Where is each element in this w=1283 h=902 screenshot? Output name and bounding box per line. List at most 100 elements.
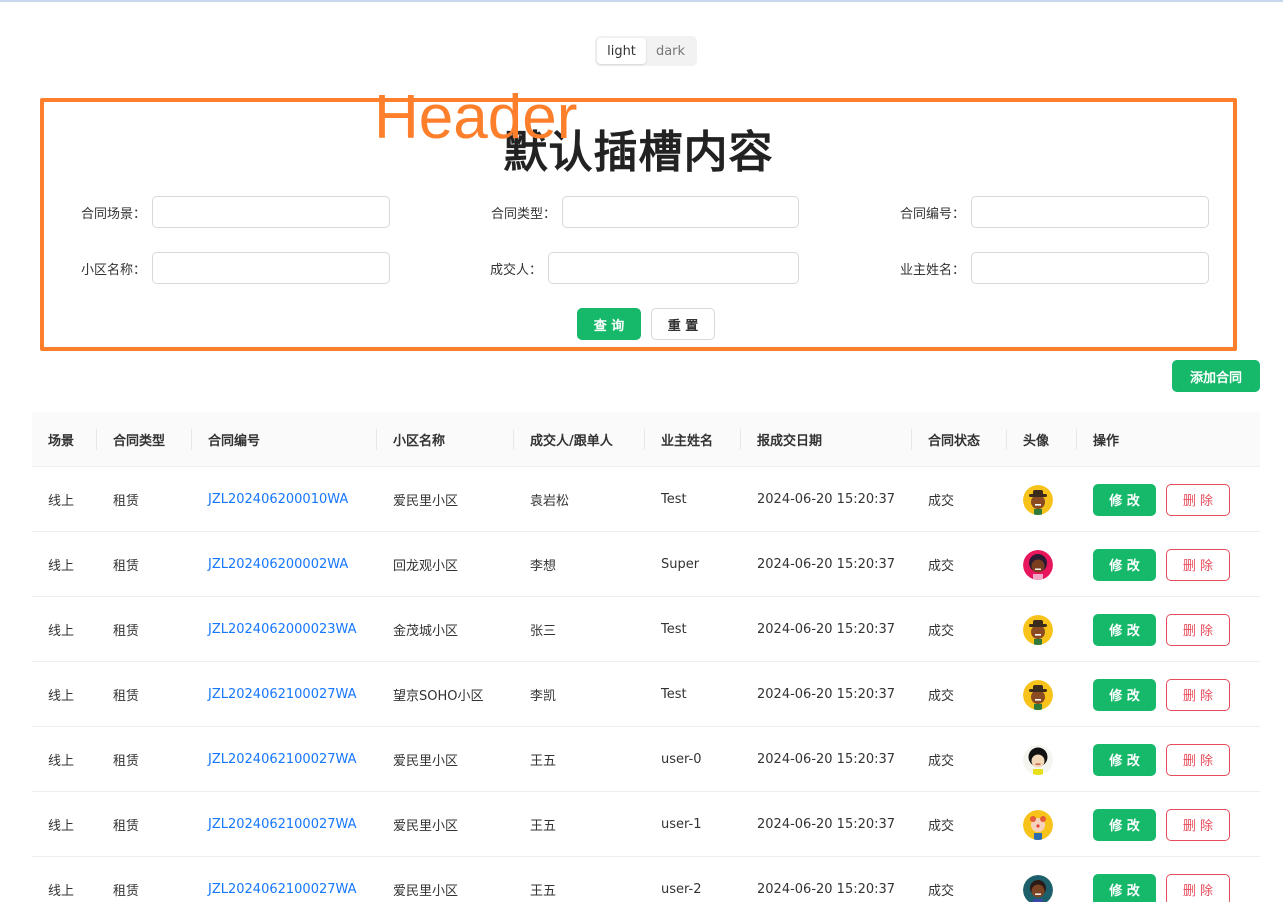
delete-button[interactable]: 删 除 xyxy=(1166,808,1230,841)
cell-scene: 线上 xyxy=(48,754,75,769)
cell-status: 成交 xyxy=(928,754,955,769)
cell-scene: 线上 xyxy=(48,689,75,704)
avatar-girl-icon xyxy=(1023,549,1053,580)
avatar-clown-icon xyxy=(1023,809,1053,840)
table-row: 线上 租赁 JZL202406200010WA 爱民里小区 袁岩松 Test 2… xyxy=(32,467,1260,532)
contract-table: 场景 合同类型 合同编号 小区名称 成交人/跟单人 业主姓名 报成交日期 合同状… xyxy=(32,412,1260,902)
type-label: 合同类型： xyxy=(490,207,556,222)
cell-community: 爱民里小区 xyxy=(393,754,459,769)
table-header: 场景 合同类型 合同编号 小区名称 成交人/跟单人 业主姓名 报成交日期 合同状… xyxy=(32,412,1260,467)
cell-type: 租赁 xyxy=(113,884,140,899)
cell-community: 望京SOHO小区 xyxy=(393,689,484,704)
reset-button[interactable]: 重 置 xyxy=(651,308,715,340)
contract-code-link[interactable]: JZL2024062100027WA xyxy=(208,857,357,902)
col-type: 合同类型 xyxy=(113,434,166,449)
cell-date: 2024-06-20 15:20:37 xyxy=(757,817,896,832)
cell-type: 租赁 xyxy=(113,559,140,574)
col-divider xyxy=(911,429,912,450)
owner-input[interactable] xyxy=(971,252,1209,284)
cell-actions: 修 改 删 除 xyxy=(1093,792,1230,857)
cell-type: 租赁 xyxy=(113,624,140,639)
scene-input[interactable] xyxy=(152,196,390,228)
cell-avatar xyxy=(1023,467,1053,532)
cell-type: 租赁 xyxy=(113,689,140,704)
avatar-cowboy-icon xyxy=(1023,614,1053,645)
table-row: 线上 租赁 JZL2024062100027WA 爱民里小区 王五 user-0… xyxy=(32,727,1260,792)
search-button[interactable]: 查 询 xyxy=(577,308,641,340)
delete-button[interactable]: 删 除 xyxy=(1166,678,1230,711)
cell-scene: 线上 xyxy=(48,884,75,899)
contract-code-link[interactable]: JZL2024062000023WA xyxy=(208,597,357,662)
cell-agent: 袁岩松 xyxy=(530,494,570,509)
cell-actions: 修 改 删 除 xyxy=(1093,467,1230,532)
cell-actions: 修 改 删 除 xyxy=(1093,857,1230,902)
cell-agent: 李想 xyxy=(530,559,557,574)
cell-date: 2024-06-20 15:20:37 xyxy=(757,557,896,572)
delete-button[interactable]: 删 除 xyxy=(1166,613,1230,646)
theme-dark-option[interactable]: dark xyxy=(646,38,695,64)
add-contract-button[interactable]: 添加合同 xyxy=(1172,360,1260,392)
theme-light-option[interactable]: light xyxy=(597,38,646,64)
delete-button[interactable]: 删 除 xyxy=(1166,483,1230,516)
cell-owner: user-0 xyxy=(661,752,702,767)
cell-agent: 王五 xyxy=(530,884,557,899)
avatar-black-hair-icon xyxy=(1023,744,1053,775)
col-community: 小区名称 xyxy=(393,434,446,449)
col-divider xyxy=(740,429,741,450)
contract-code-link[interactable]: JZL202406200010WA xyxy=(208,467,348,532)
cell-community: 爱民里小区 xyxy=(393,494,459,509)
cell-avatar xyxy=(1023,662,1053,727)
cell-owner: Super xyxy=(661,557,700,572)
cell-date: 2024-06-20 15:20:37 xyxy=(757,492,896,507)
contract-code-link[interactable]: JZL2024062100027WA xyxy=(208,792,357,857)
edit-button[interactable]: 修 改 xyxy=(1093,678,1156,711)
delete-button[interactable]: 删 除 xyxy=(1166,743,1230,776)
edit-button[interactable]: 修 改 xyxy=(1093,808,1156,841)
cell-avatar xyxy=(1023,857,1053,902)
col-avatar: 头像 xyxy=(1023,434,1050,449)
cell-actions: 修 改 删 除 xyxy=(1093,662,1230,727)
edit-button[interactable]: 修 改 xyxy=(1093,483,1156,516)
cell-status: 成交 xyxy=(928,819,955,834)
cell-date: 2024-06-20 15:20:37 xyxy=(757,882,896,897)
contract-code-link[interactable]: JZL202406200002WA xyxy=(208,532,348,597)
col-scene: 场景 xyxy=(48,434,75,449)
table-row: 线上 租赁 JZL2024062100027WA 望京SOHO小区 李凯 Tes… xyxy=(32,662,1260,727)
cell-scene: 线上 xyxy=(48,624,75,639)
top-border xyxy=(0,0,1283,2)
col-owner: 业主姓名 xyxy=(661,434,714,449)
cell-community: 爱民里小区 xyxy=(393,884,459,899)
cell-status: 成交 xyxy=(928,884,955,899)
edit-button[interactable]: 修 改 xyxy=(1093,613,1156,646)
avatar-cowboy-icon xyxy=(1023,679,1053,710)
col-code: 合同编号 xyxy=(208,434,261,449)
cell-type: 租赁 xyxy=(113,754,140,769)
agent-input[interactable] xyxy=(548,252,799,284)
cell-type: 租赁 xyxy=(113,494,140,509)
avatar-dark-icon xyxy=(1023,874,1053,902)
community-input[interactable] xyxy=(152,252,390,284)
delete-button[interactable]: 删 除 xyxy=(1166,873,1230,902)
col-divider xyxy=(1006,429,1007,450)
contract-code-link[interactable]: JZL2024062100027WA xyxy=(208,727,357,792)
edit-button[interactable]: 修 改 xyxy=(1093,743,1156,776)
col-status: 合同状态 xyxy=(928,434,981,449)
edit-button[interactable]: 修 改 xyxy=(1093,548,1156,581)
agent-label: 成交人： xyxy=(489,263,542,278)
theme-switch[interactable]: light dark xyxy=(595,36,697,66)
cell-avatar xyxy=(1023,727,1053,792)
cell-owner: Test xyxy=(661,622,687,637)
contract-code-link[interactable]: JZL2024062100027WA xyxy=(208,662,357,727)
cell-agent: 王五 xyxy=(530,754,557,769)
cell-date: 2024-06-20 15:20:37 xyxy=(757,622,896,637)
header-title: 默认插槽内容 xyxy=(503,127,774,178)
cell-status: 成交 xyxy=(928,624,955,639)
col-actions: 操作 xyxy=(1093,434,1120,449)
type-input[interactable] xyxy=(562,196,799,228)
delete-button[interactable]: 删 除 xyxy=(1166,548,1230,581)
code-input[interactable] xyxy=(971,196,1209,228)
cell-scene: 线上 xyxy=(48,559,75,574)
col-divider xyxy=(191,429,192,450)
cell-type: 租赁 xyxy=(113,819,140,834)
edit-button[interactable]: 修 改 xyxy=(1093,873,1156,902)
